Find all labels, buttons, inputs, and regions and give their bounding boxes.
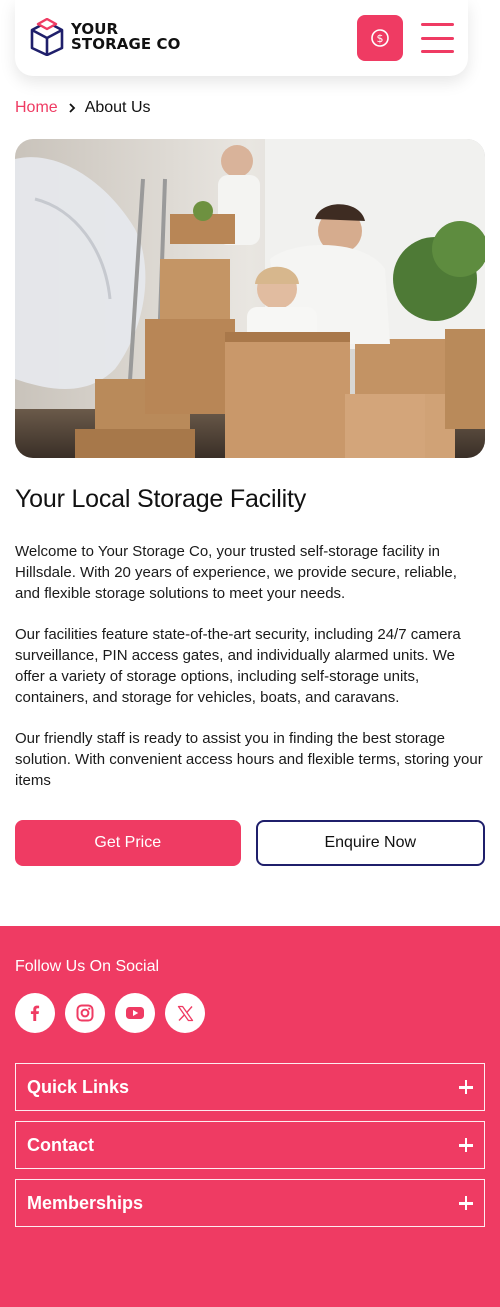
plus-icon <box>459 1080 473 1094</box>
social-links <box>15 993 205 1033</box>
features-paragraph: Our facilities feature state-of-the-art … <box>15 626 461 706</box>
logo[interactable]: YOUR STORAGE CO <box>29 18 181 56</box>
intro-paragraph: Welcome to Your Storage Co, your trusted… <box>15 543 457 602</box>
accordion-label: Contact <box>27 1134 94 1155</box>
staff-paragraph: Our friendly staff is ready to assist yo… <box>15 730 483 789</box>
accordion-label: Quick Links <box>27 1076 130 1097</box>
breadcrumb: Home About Us <box>15 99 151 117</box>
plus-icon <box>459 1138 473 1152</box>
accordion-contact[interactable]: Contact <box>15 1121 485 1169</box>
breadcrumb-home-link[interactable]: Home <box>15 99 58 117</box>
accordion-label: Memberships <box>27 1192 144 1213</box>
get-price-button[interactable]: Get Price <box>15 820 241 866</box>
logo-text: YOUR STORAGE CO <box>71 22 181 52</box>
instagram-icon <box>76 1004 94 1022</box>
accordion-memberships[interactable]: Memberships <box>15 1179 485 1227</box>
follow-label: Follow Us On Social <box>15 958 160 975</box>
menu-line <box>421 50 454 53</box>
svg-text:$: $ <box>377 32 384 45</box>
menu-line <box>421 23 454 26</box>
price-button[interactable]: $ <box>357 15 403 61</box>
plus-icon <box>459 1196 473 1210</box>
youtube-icon <box>126 1007 144 1019</box>
enquire-now-button[interactable]: Enquire Now <box>255 820 485 866</box>
logo-line-2: STORAGE CO <box>71 35 181 53</box>
x-icon <box>177 1005 193 1021</box>
page-title: Your Local Storage Facility <box>15 485 307 513</box>
menu-line <box>421 36 454 40</box>
x-link[interactable] <box>165 993 205 1033</box>
site-footer: Follow Us On Social Quick Links Contact … <box>0 926 500 1307</box>
box-logo-icon <box>30 18 64 56</box>
hamburger-menu-button[interactable] <box>421 23 454 53</box>
chevron-right-icon <box>69 103 75 113</box>
facebook-icon <box>30 1005 40 1021</box>
youtube-link[interactable] <box>115 993 155 1033</box>
breadcrumb-current: About Us <box>84 99 151 116</box>
cta-buttons: Get Price Enquire Now <box>15 820 485 866</box>
accordion-quick-links[interactable]: Quick Links <box>15 1063 485 1111</box>
hero-image <box>15 139 485 458</box>
site-header: YOUR STORAGE CO $ <box>15 0 468 76</box>
facebook-link[interactable] <box>15 993 55 1033</box>
dollar-circle-icon: $ <box>371 29 389 47</box>
instagram-link[interactable] <box>65 993 105 1033</box>
